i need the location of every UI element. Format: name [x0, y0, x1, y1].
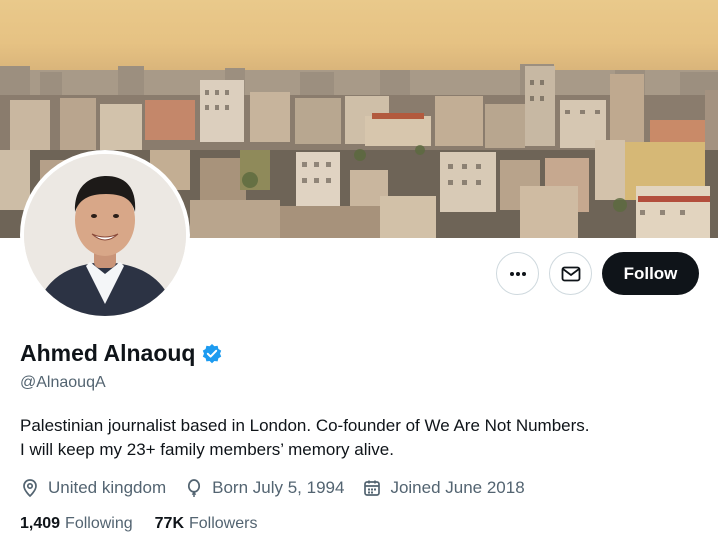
location-text: United kingdom: [48, 478, 167, 497]
profile-bio: Palestinian journalist based in London. …: [20, 414, 700, 462]
verified-badge-icon[interactable]: [201, 343, 223, 365]
joined-item: Joined June 2018: [362, 478, 525, 498]
more-icon: [509, 271, 526, 276]
avatar-photo: [24, 154, 186, 316]
joined-text: Joined June 2018: [390, 478, 525, 497]
location-item: United kingdom: [20, 478, 166, 498]
followers-label: Followers: [189, 515, 258, 532]
profile-handle: @AlnaouqA: [20, 374, 106, 391]
more-options-button[interactable]: [496, 252, 539, 295]
birthday-item: Born July 5, 1994: [184, 478, 344, 498]
message-button[interactable]: [549, 252, 592, 295]
followers-link[interactable]: 77K Followers: [155, 515, 258, 533]
following-count: 1,409: [20, 515, 61, 532]
following-link[interactable]: 1,409 Following: [20, 515, 133, 533]
birthday-text: Born July 5, 1994: [212, 478, 345, 497]
followers-count: 77K: [154, 515, 184, 532]
profile-avatar[interactable]: [20, 150, 190, 320]
location-pin-icon: [23, 479, 37, 498]
following-label: Following: [65, 515, 133, 532]
display-name: Ahmed Alnaouq: [20, 340, 196, 366]
profile-meta: United kingdom Born July 5, 1994 Joined …: [20, 478, 543, 498]
calendar-icon: [364, 480, 381, 496]
mail-icon: [561, 266, 580, 281]
bio-line-2: I will keep my 23+ family members’ memor…: [20, 440, 394, 459]
follow-button[interactable]: Follow: [602, 252, 699, 295]
profile-page: Follow Ahmed Alnaouq @AlnaouqA Palestini…: [0, 0, 718, 541]
display-name-row: Ahmed Alnaouq: [20, 340, 223, 367]
profile-stats: 1,409 Following 77K Followers: [20, 515, 279, 533]
bio-line-1: Palestinian journalist based in London. …: [20, 416, 590, 435]
balloon-icon: [188, 479, 201, 497]
